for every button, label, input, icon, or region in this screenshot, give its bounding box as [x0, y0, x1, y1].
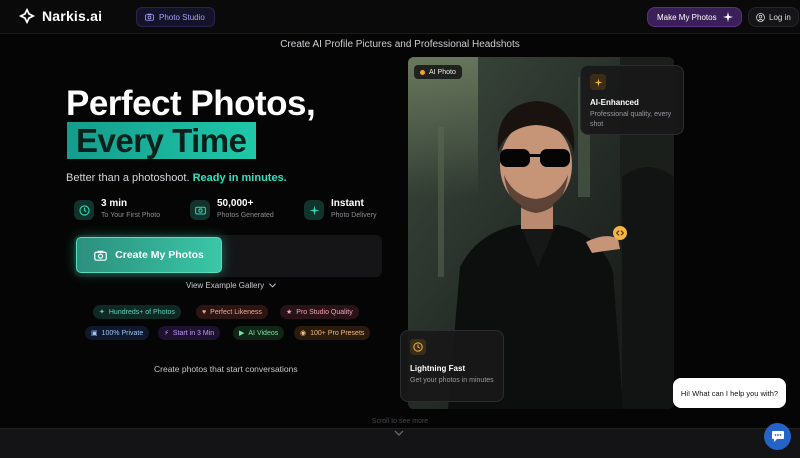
chevron-down-icon — [269, 283, 277, 288]
chevron-down-icon[interactable] — [394, 430, 404, 437]
clock-icon — [74, 200, 94, 220]
create-my-photos-label: Create My Photos — [115, 249, 204, 261]
photo-studio-label: Photo Studio — [159, 12, 205, 22]
create-my-photos-button[interactable]: Create My Photos — [76, 237, 222, 273]
login-button[interactable]: Log in — [748, 7, 799, 27]
feature-tag: ⚡ Start in 3 Min — [158, 326, 221, 340]
login-label: Log in — [769, 12, 791, 22]
stat-label: Photo Delivery — [331, 212, 377, 219]
user-icon — [756, 12, 765, 22]
feature-tag: ★ Pro Studio Quality — [280, 305, 359, 319]
clock-icon — [410, 339, 426, 355]
logo-text: Narkis.ai — [42, 8, 103, 24]
logo[interactable]: Narkis.ai — [18, 7, 102, 25]
sparkle-icon — [304, 200, 324, 220]
scroll-hint: Scroll to see more — [371, 418, 429, 425]
arrows-icon — [616, 230, 624, 236]
stat-value: Instant — [331, 198, 364, 209]
chat-launcher-button[interactable] — [764, 423, 791, 450]
logo-icon — [18, 7, 36, 25]
heart-icon: ♥ — [202, 308, 207, 316]
camera-icon — [94, 250, 107, 261]
hero-subtitle-plain: Better than a photoshoot. — [66, 172, 190, 184]
camera-icon — [190, 200, 210, 220]
top-navbar: Narkis.ai Photo Studio Make My Photos Lo… — [0, 0, 800, 34]
feature-tag-label: Hundreds+ of Photos — [108, 308, 175, 316]
make-my-photos-button[interactable]: Make My Photos — [647, 7, 742, 27]
photo-compare-handle[interactable] — [613, 226, 627, 240]
sparkle-icon — [590, 74, 606, 90]
make-my-photos-label: Make My Photos — [657, 12, 717, 22]
lock-icon: ▣ — [91, 330, 98, 337]
photo-studio-tab[interactable]: Photo Studio — [136, 7, 215, 27]
feature-tag-label: Start in 3 Min — [172, 329, 215, 337]
palette-icon: ◉ — [300, 330, 307, 337]
feature-tag-label: Pro Studio Quality — [296, 308, 353, 316]
sparkle-icon: ✦ — [99, 309, 105, 316]
card-description: Professional quality, every shot — [590, 111, 672, 128]
feature-tag: ◉ 100+ Pro Presets — [294, 326, 371, 340]
hero-title-line1: Perfect Photos, — [66, 84, 316, 123]
hero-subtitle-bold: Ready in minutes. — [192, 172, 287, 184]
ai-photo-badge: AI Photo — [414, 65, 462, 79]
sparkle-icon — [722, 12, 733, 22]
card-description: Get your photos in minutes — [410, 377, 494, 384]
star-icon: ★ — [286, 309, 293, 316]
ai-photo-label: AI Photo — [429, 68, 456, 76]
feature-tag-label: 100+ Pro Presets — [310, 329, 365, 337]
card-title: Lightning Fast — [410, 364, 466, 373]
camera-icon — [145, 13, 154, 21]
stat-label: To Your First Photo — [101, 212, 161, 219]
conversations-text: Create photos that start conversations — [154, 364, 298, 374]
feature-tag: ▶ AI Videos — [233, 326, 285, 340]
feature-tag: ▣ 100% Private — [85, 326, 150, 340]
lightning-fast-card: Lightning Fast Get your photos in minute… — [400, 330, 504, 402]
stat-value: 3 min — [101, 198, 128, 209]
status-dot — [420, 69, 425, 75]
feature-tag: ♥ Perfect Likeness — [196, 305, 268, 319]
card-title: AI-Enhanced — [590, 98, 639, 107]
feature-tag-label: 100% Private — [101, 329, 144, 337]
feature-tag-label: Perfect Likeness — [210, 308, 262, 316]
bolt-icon: ⚡ — [164, 330, 169, 337]
chat-greeting-bubble[interactable]: Hi! What can I help you with? — [673, 378, 786, 408]
ai-enhanced-card: AI-Enhanced Professional quality, every … — [580, 65, 684, 135]
feature-tag-label: AI Videos — [248, 329, 279, 337]
page-tagline: Create AI Profile Pictures and Professio… — [280, 39, 520, 50]
stat-label: Photos Generated — [217, 212, 274, 219]
video-icon: ▶ — [239, 330, 245, 337]
hero-subtitle: Better than a photoshoot. Ready in minut… — [66, 172, 287, 184]
stats-row: 3 min To Your First Photo 50,000+ Photos… — [74, 198, 394, 226]
cta-container: Create My Photos — [74, 235, 382, 277]
view-example-gallery-link[interactable]: View Example Gallery — [186, 281, 277, 290]
feature-tag: ✦ Hundreds+ of Photos — [93, 305, 181, 319]
chat-icon — [771, 431, 784, 442]
stat-value: 50,000+ — [217, 198, 254, 209]
gallery-label: View Example Gallery — [186, 281, 265, 290]
hero-title-line2: Every Time — [67, 122, 256, 159]
